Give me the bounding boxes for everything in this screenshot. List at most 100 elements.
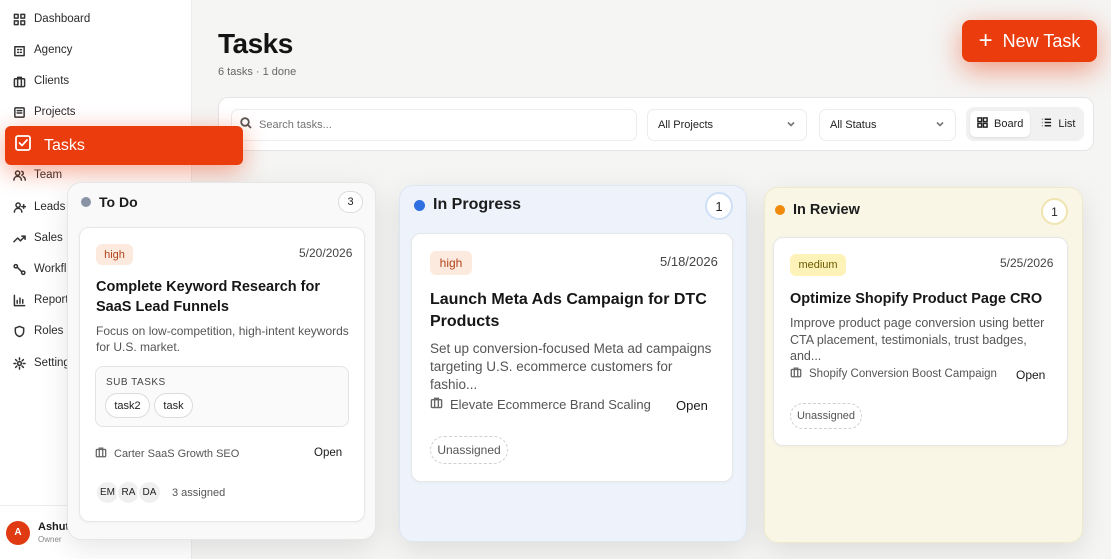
status-select[interactable]: All Status [819,109,956,141]
filter-bar: All Projects All Status Board List [218,97,1094,151]
user-plus-icon [13,201,26,214]
workflow-icon [13,263,26,276]
status-select-value: All Status [830,119,877,131]
column-title: In Review [793,202,860,218]
task-status: Open [676,398,708,413]
priority-badge: high [96,244,133,265]
task-status: Open [314,447,343,459]
task-due-date: 5/18/2026 [660,254,718,269]
chevron-down-icon [935,119,945,132]
list-icon [1041,117,1052,131]
subtasks-label: SUB TASKS [106,377,166,388]
task-due-date: 5/25/2026 [1000,256,1054,270]
task-title[interactable]: Optimize Shopify Product Page CRO [790,289,1060,309]
list-view-button[interactable]: List [1034,111,1082,137]
task-description: Set up conversion-focused Meta ad campai… [430,341,712,392]
sidebar-item-label: Leads [34,201,66,213]
task-description: Improve product page conversion using be… [790,316,1045,363]
column-header: In Progress [414,196,521,214]
new-task-label: New Task [1002,30,1081,51]
plus-icon: + [978,27,993,54]
column-header: In Review [775,202,860,218]
sidebar-item-clients[interactable]: Clients [0,68,192,94]
briefcase-icon [95,446,107,461]
sidebar-item-label: Setting [34,357,70,369]
assignee-unassigned[interactable]: Unassigned [790,403,862,429]
status-dot [81,197,91,207]
checkbox-icon [14,134,32,157]
priority-badge: medium [790,254,846,276]
task-card[interactable]: high 5/20/2026 Complete Keyword Research… [79,227,365,522]
chevron-down-icon [786,119,796,132]
column-count-badge: 3 [338,191,363,213]
task-status: Open [1016,368,1046,382]
page-title: Tasks [218,28,293,59]
sidebar-item-label: Team [34,169,63,181]
sidebar-item-tasks[interactable]: Tasks [5,126,243,165]
task-project-name: Elevate Ecommerce Brand Scaling [450,396,651,412]
task-project-name: Carter SaaS Growth SEO [114,447,240,460]
project-select-value: All Projects [658,119,714,131]
search-input[interactable] [259,119,619,131]
status-dot [414,199,425,211]
user-name: Ashut [38,521,70,533]
task-project: Elevate Ecommerce Brand Scaling [430,396,651,412]
priority-badge: high [430,251,472,275]
task-project: Shopify Conversion Boost Campaign [790,366,997,381]
sidebar-item-label: Agency [34,44,73,56]
project-select[interactable]: All Projects [647,109,807,141]
column-in-review: In Review 1 medium 5/25/2026 Optimize Sh… [764,187,1083,543]
assignee-avatar: DA [137,480,162,505]
user-role: Owner [38,535,62,544]
task-due-date: 5/20/2026 [299,246,353,260]
sidebar-item-agency[interactable]: Agency [0,37,192,63]
building-icon [13,44,26,57]
task-card[interactable]: high 5/18/2026 Launch Meta Ads Campaign … [411,233,733,482]
sidebar-item-label: Sales [34,232,63,244]
search-box [231,109,637,141]
column-to-do: To Do 3 high 5/20/2026 Complete Keyword … [67,182,376,540]
subtask-chip[interactable]: task [154,393,193,418]
gear-icon [13,356,26,370]
assignee-unassigned[interactable]: Unassigned [430,436,508,464]
column-header: To Do [81,194,138,210]
column-count-badge: 1 [705,192,733,220]
column-title: To Do [99,194,138,210]
avatar: A [6,520,30,545]
trend-icon [13,232,26,245]
sidebar-item-label: Dashboard [34,13,91,25]
column-in-progress: In Progress 1 high 5/18/2026 Launch Meta… [399,185,747,542]
board-view-button[interactable]: Board [970,111,1031,137]
users-icon [13,169,26,182]
column-count-badge: 1 [1041,198,1068,225]
shield-icon [13,325,26,338]
sidebar-item-label: Report [34,294,69,306]
column-title: In Progress [433,196,522,213]
sidebar-item-label: Tasks [44,136,85,154]
sidebar-item-label: Projects [34,106,76,118]
briefcase-icon [790,366,802,381]
list-view-label: List [1058,118,1076,130]
board-view-label: Board [994,118,1024,130]
task-project: Carter SaaS Growth SEO [95,446,239,461]
task-title[interactable]: Launch Meta Ads Campaign for DTC Product… [430,289,725,333]
assigned-count: 3 assigned [172,487,226,499]
task-project-name: Shopify Conversion Boost Campaign [809,367,997,380]
subtask-chip[interactable]: task2 [105,393,150,418]
assignee-avatars[interactable]: EM RA DA [95,480,162,505]
sidebar-item-dashboard[interactable]: Dashboard [0,6,192,32]
task-card[interactable]: medium 5/25/2026 Optimize Shopify Produc… [773,237,1068,446]
task-summary: 6 tasks · 1 done [218,66,297,78]
sidebar-item-projects[interactable]: Projects [0,99,192,125]
briefcase-icon [430,396,443,412]
sidebar-item-label: Clients [34,75,70,87]
grid-icon [977,117,988,131]
task-title[interactable]: Complete Keyword Research for SaaS Lead … [96,277,351,317]
new-task-button[interactable]: + New Task [962,20,1097,62]
grid-icon [13,13,26,26]
folder-icon [13,106,26,119]
task-description: Focus on low-competition, high-intent ke… [96,324,349,354]
status-dot [775,205,785,215]
view-toggle: Board List [966,107,1084,141]
briefcase-icon [13,75,26,88]
